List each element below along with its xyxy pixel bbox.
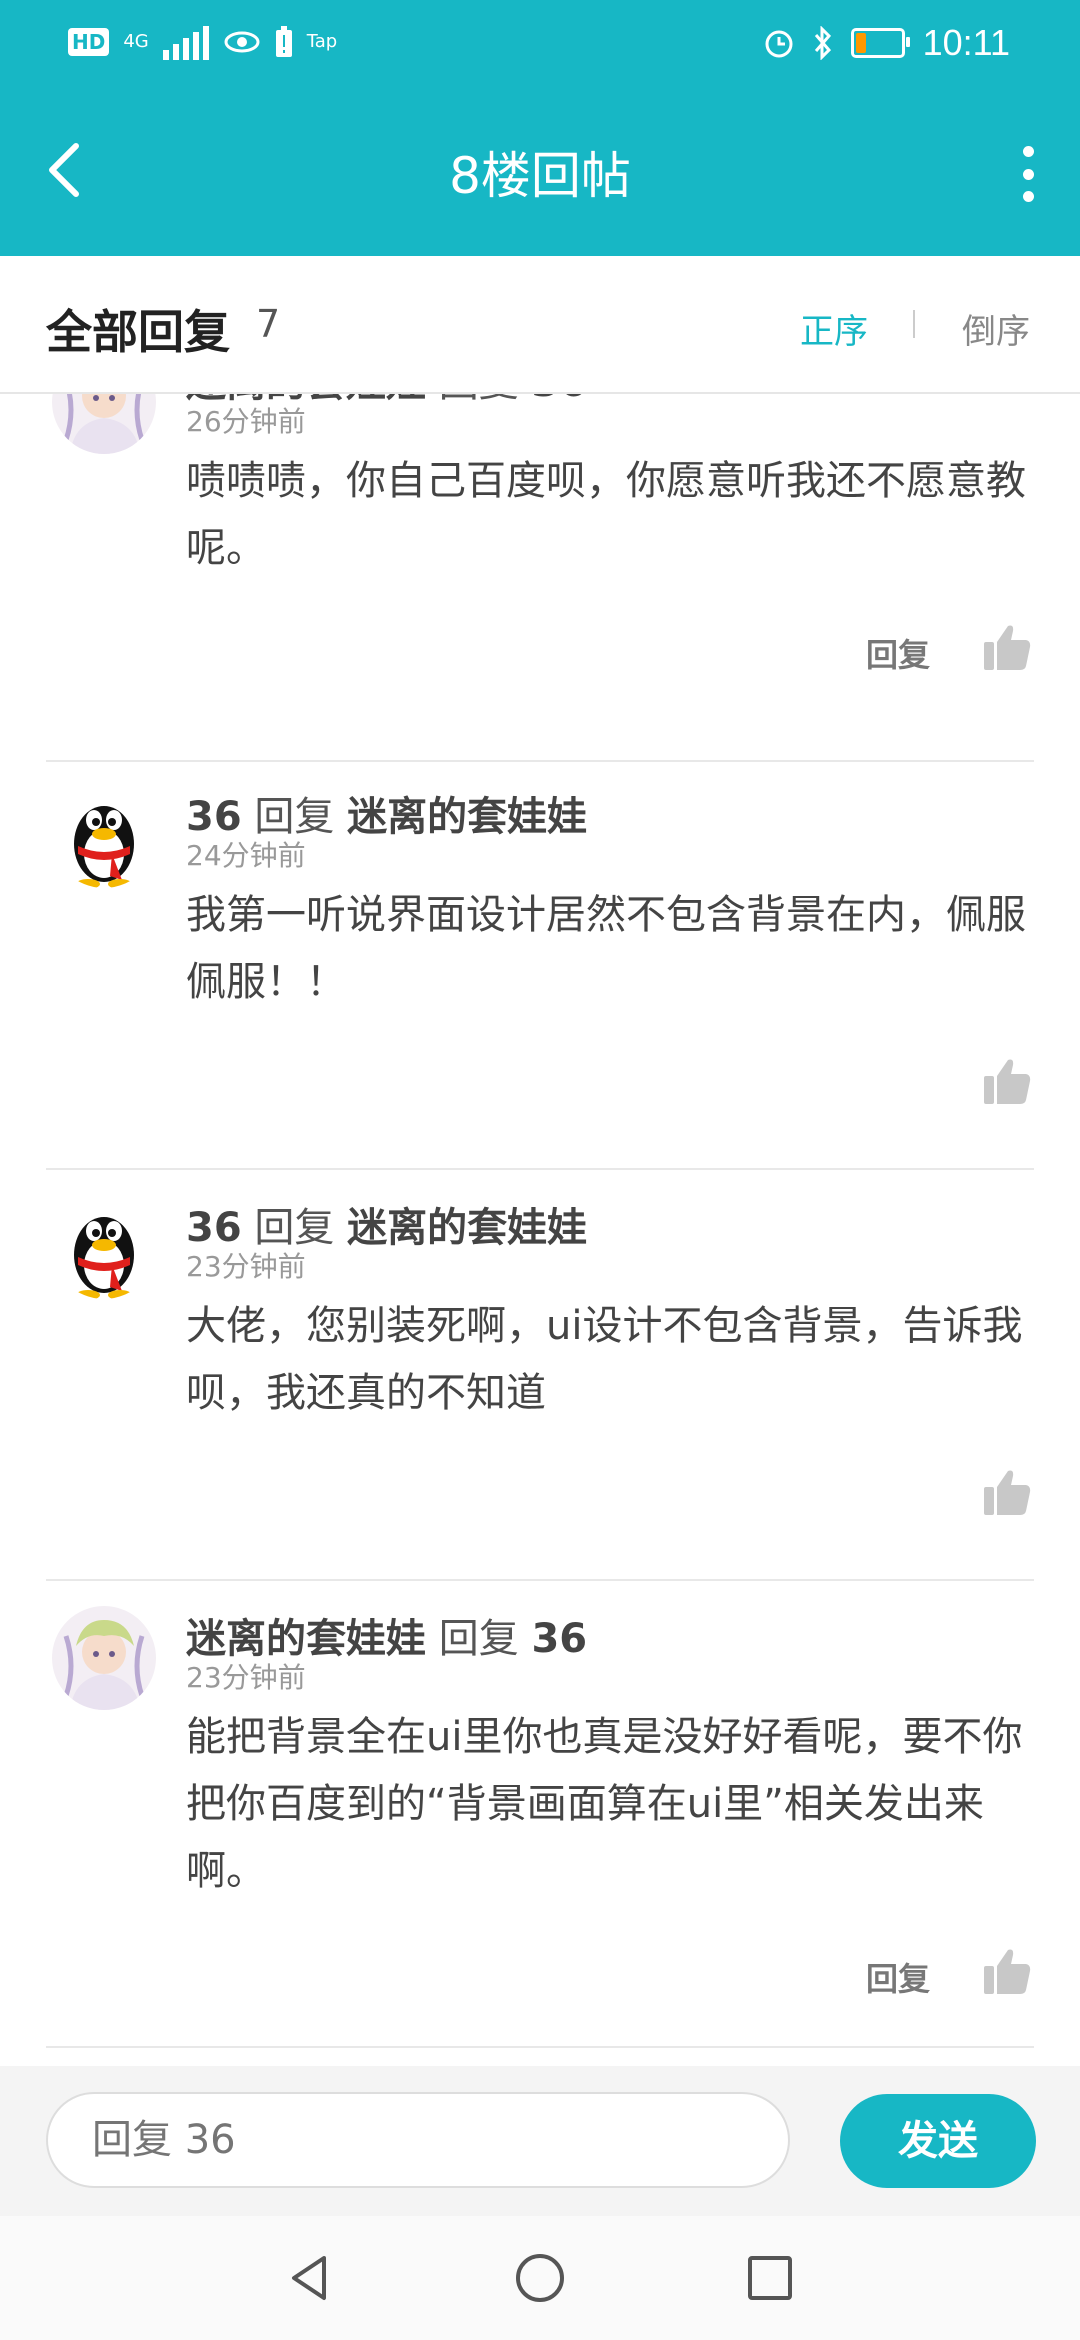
- user-avatar[interactable]: [52, 784, 156, 888]
- page-title: 8楼回帖: [449, 147, 631, 205]
- nav-recents-icon[interactable]: [744, 2252, 796, 2304]
- sort-divider: [913, 310, 915, 338]
- thumbs-up-icon[interactable]: [982, 1467, 1032, 1517]
- battery-warning-icon: [275, 26, 292, 57]
- reply-word: 回复: [438, 1616, 519, 1662]
- bluetooth-icon: [814, 26, 831, 60]
- reply-button[interactable]: 回复: [866, 1954, 930, 2000]
- reply-target[interactable]: 迷离的套娃娃: [347, 1205, 587, 1251]
- thumbs-up-icon[interactable]: [982, 622, 1032, 672]
- sort-descending-tab[interactable]: 倒序: [962, 304, 1030, 353]
- reply-text: 我第一听说界面设计居然不包含背景在内，佩服佩服！！: [186, 892, 1026, 1005]
- reply-time: 26分钟前: [186, 405, 306, 438]
- reply-text: 能把背景全在ui里你也真是没好好看呢，要不你把你百度到的“背景画面算在ui里”相…: [186, 1714, 1023, 1894]
- reply-target[interactable]: 迷离的套娃娃: [347, 794, 587, 840]
- signal-icon: [162, 24, 209, 60]
- reply-text: 大佬，您别装死啊，ui设计不包含背景，告诉我呗，我还真的不知道: [186, 1303, 1023, 1416]
- thumbs-up-icon[interactable]: [982, 1946, 1032, 1996]
- reply-word: 回复: [439, 392, 519, 406]
- user-avatar[interactable]: [52, 392, 156, 454]
- reply-count: 7: [256, 302, 281, 346]
- reply-input[interactable]: [46, 2092, 790, 2188]
- reply-target[interactable]: 36: [531, 392, 587, 406]
- reply-time: 24分钟前: [186, 839, 306, 872]
- nav-home-icon[interactable]: [514, 2252, 566, 2304]
- reply-list: 迷离的套娃娃 回复 36 26分钟前 啧啧啧，你自己百度呗，你愿意听我还不愿意教…: [0, 392, 1080, 2064]
- send-button[interactable]: 发送: [840, 2094, 1036, 2188]
- reply-button[interactable]: 回复: [866, 630, 930, 676]
- thumbs-up-icon[interactable]: [982, 1056, 1032, 1106]
- user-avatar[interactable]: [52, 1195, 156, 1299]
- more-options-icon[interactable]: [1016, 146, 1040, 202]
- reply-target[interactable]: 36: [531, 1616, 587, 1662]
- nav-back-icon[interactable]: [284, 2252, 336, 2304]
- reply-time: 23分钟前: [186, 1250, 306, 1283]
- reply-divider: [46, 1168, 1034, 1170]
- reply-time: 23分钟前: [186, 1661, 306, 1694]
- user-avatar[interactable]: [52, 1606, 156, 1710]
- battery-icon: [850, 28, 910, 58]
- status-clock: 10:11: [922, 22, 1010, 63]
- section-title: 全部回复: [46, 305, 230, 359]
- sort-ascending-tab[interactable]: 正序: [800, 304, 868, 353]
- carrier-text: Tap: [306, 31, 338, 52]
- status-bar: HD 4G Tap 10:11: [0, 0, 1080, 90]
- eye-icon: [224, 31, 260, 53]
- reply-text: 啧啧啧，你自己百度呗，你愿意听我还不愿意教呢。: [186, 458, 1026, 571]
- reply-divider: [46, 1579, 1034, 1581]
- alarm-icon: [765, 30, 793, 58]
- hd-badge: HD: [68, 28, 110, 56]
- reply-composer: 发送: [0, 2066, 1080, 2216]
- reply-divider: [46, 2046, 1034, 2048]
- system-navigation-bar: [0, 2216, 1080, 2340]
- reply-divider: [46, 760, 1034, 762]
- network-type: 4G: [123, 31, 149, 52]
- replies-section-header: 全部回复 7 正序 倒序: [0, 256, 1080, 394]
